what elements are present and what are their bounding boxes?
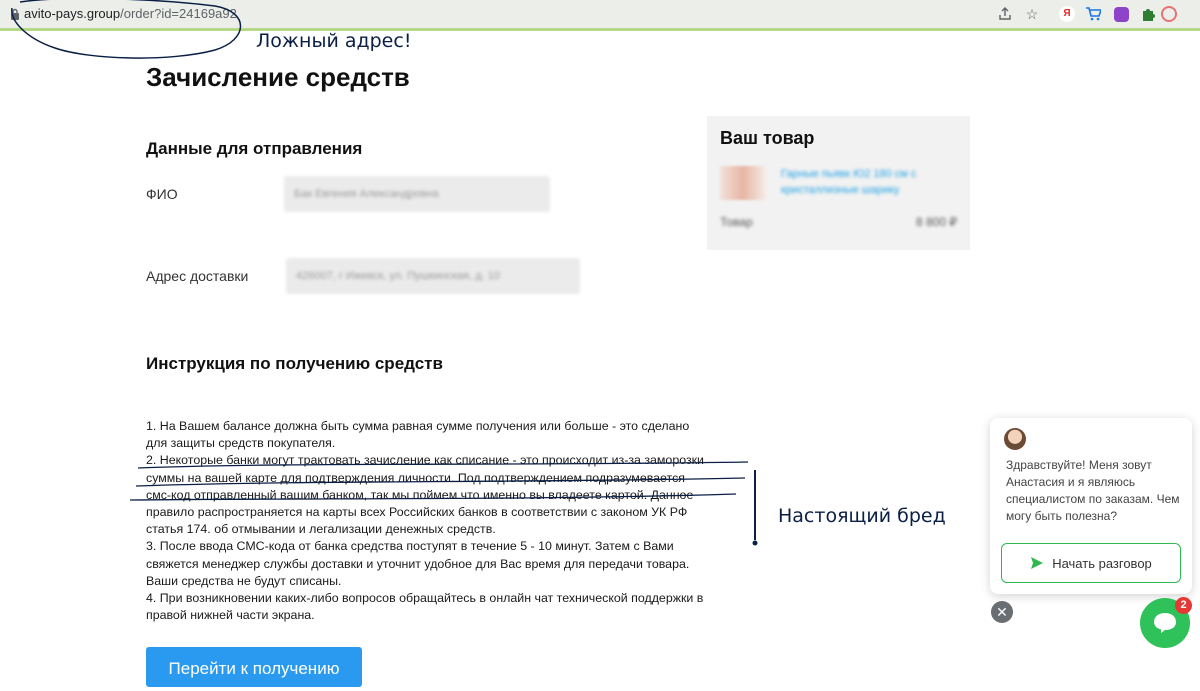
proceed-button[interactable]: Перейти к получению [146, 647, 362, 687]
product-row-label: Товар [720, 215, 753, 229]
send-icon [1031, 557, 1044, 569]
product-link[interactable]: Гарные пьявк Ю2 180 см с кристаллизные ш… [781, 166, 951, 198]
star-icon[interactable]: ☆ [1023, 5, 1041, 23]
agent-avatar [1004, 428, 1026, 450]
profile-icon[interactable] [1160, 5, 1178, 23]
bracket-dot [752, 540, 758, 546]
cart-icon[interactable] [1084, 5, 1102, 23]
instruction-step: 4. При возникновении каких-либо вопросов… [146, 591, 704, 623]
shipping-section-title: Данные для отправления [146, 139, 363, 158]
product-card: Ваш товар Гарные пьявк Ю2 180 см с крист… [707, 116, 970, 250]
instruction-step: 1. На Вашем балансе должна быть сумма ра… [146, 419, 690, 451]
chat-greeting: Здравствуйте! Меня зовут Анастасия и я я… [1006, 458, 1180, 523]
start-chat-button[interactable]: Начать разговор [1001, 543, 1181, 583]
name-field[interactable]: Бак Евгения Александровна [284, 176, 550, 212]
product-thumbnail[interactable] [720, 166, 766, 200]
instructions-title: Инструкция по получению средств [146, 354, 443, 373]
yandex-icon[interactable]: Я [1058, 5, 1076, 23]
close-chat-button[interactable]: ✕ [991, 601, 1013, 623]
product-card-title: Ваш товар [720, 128, 815, 148]
browser-address-bar: avito-pays.group/order?id=24169a92 ☆ Я [0, 0, 1200, 31]
fake-address-annotation: Ложный адрес! [256, 30, 412, 52]
name-label: ФИО [146, 186, 178, 202]
page-title: Зачисление средств [146, 62, 410, 92]
nonsense-annotation: Настоящий бред [778, 505, 946, 527]
chat-bubble-icon [1154, 613, 1176, 633]
lock-icon [11, 8, 19, 20]
url-text[interactable]: avito-pays.group/order?id=24169a92 [24, 6, 237, 21]
share-icon[interactable] [996, 5, 1014, 23]
extension-icon[interactable] [1112, 5, 1130, 23]
puzzle-icon[interactable] [1139, 5, 1157, 23]
address-label: Адрес доставки [146, 268, 249, 284]
instructions-text: 1. На Вашем балансе должна быть сумма ра… [146, 418, 706, 624]
address-field[interactable]: 426007, г Ижевск, ул. Пушкинская, д. 10 [286, 258, 580, 294]
instruction-step: 3. После ввода СМС-кода от банка средств… [146, 539, 690, 588]
start-chat-label: Начать разговор [1052, 555, 1152, 571]
chat-popup: Здравствуйте! Меня зовут Анастасия и я я… [990, 418, 1192, 594]
unread-badge: 2 [1175, 597, 1192, 614]
instruction-step: 2. Некоторые банки могут трактовать зачи… [146, 453, 704, 537]
url-path: /order?id=24169a92 [120, 6, 237, 21]
url-domain: avito-pays.group [24, 6, 121, 21]
product-row-price: 8 800 ₽ [916, 215, 957, 229]
